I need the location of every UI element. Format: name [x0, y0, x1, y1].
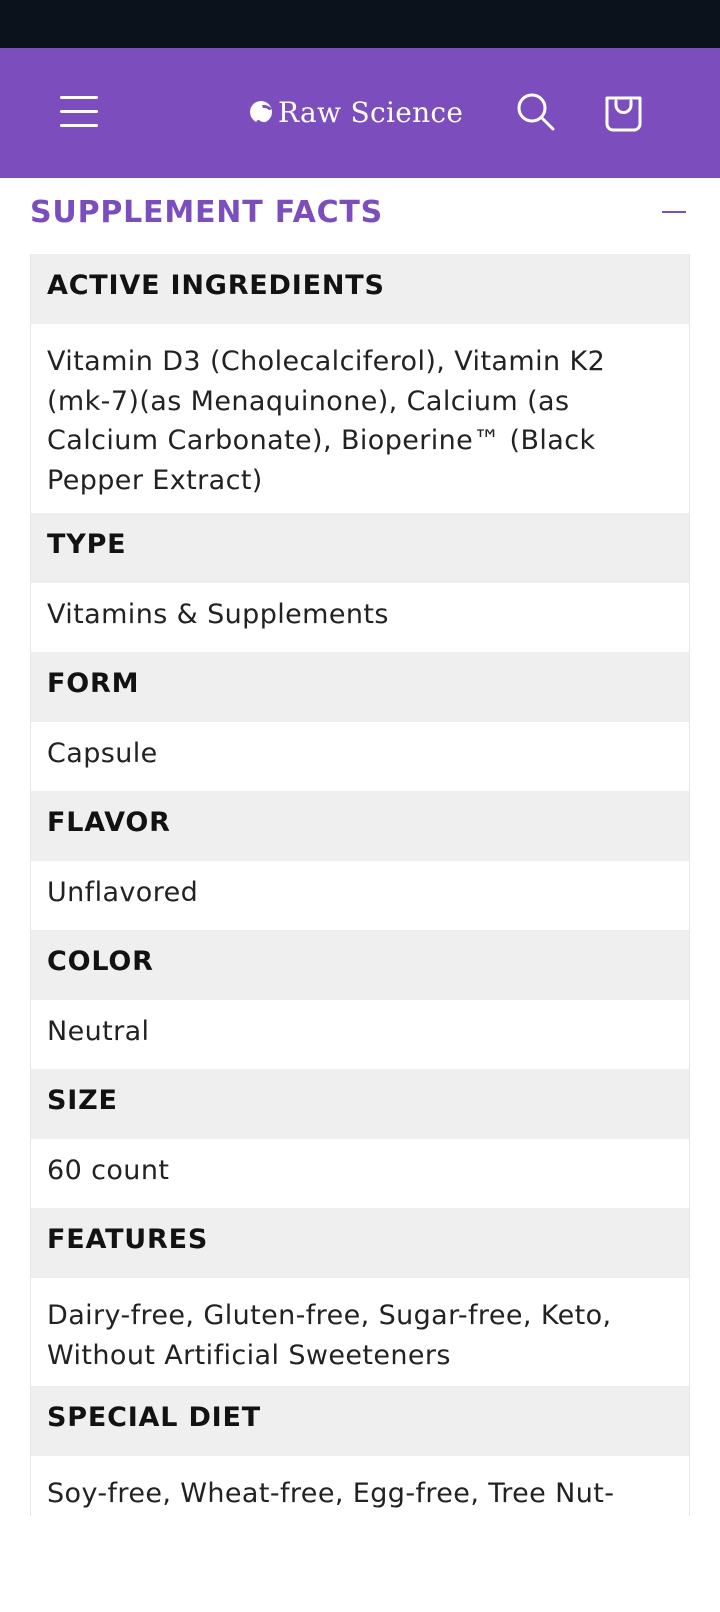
fact-label-special-diet: SPECIAL DIET: [31, 1386, 689, 1456]
logo-mark-icon: [250, 101, 272, 123]
fact-value-features: Dairy-free, Gluten-free, Sugar-free, Ket…: [31, 1278, 689, 1386]
minus-icon[interactable]: [662, 211, 686, 213]
fact-value-active-ingredients: Vitamin D3 (Cholecalciferol), Vitamin K2…: [31, 324, 689, 513]
fact-label-active-ingredients: ACTIVE INGREDIENTS: [31, 254, 689, 324]
site-header: Raw Science: [0, 48, 720, 178]
supplement-facts-toggle[interactable]: SUPPLEMENT FACTS: [30, 186, 690, 238]
fact-value-size: 60 count: [31, 1139, 689, 1208]
status-bar: [0, 0, 720, 48]
supplement-facts-table: ACTIVE INGREDIENTS Vitamin D3 (Cholecalc…: [30, 254, 690, 1516]
fact-label-flavor: FLAVOR: [31, 791, 689, 861]
hamburger-menu-icon[interactable]: [58, 92, 100, 132]
fact-value-type: Vitamins & Supplements: [31, 583, 689, 652]
fact-value-special-diet: Soy-free, Wheat-free, Egg-free, Tree Nut…: [31, 1456, 689, 1516]
fact-label-features: FEATURES: [31, 1208, 689, 1278]
fact-value-flavor: Unflavored: [31, 861, 689, 930]
section-title: SUPPLEMENT FACTS: [30, 194, 384, 230]
fact-value-form: Capsule: [31, 722, 689, 791]
search-icon[interactable]: [514, 90, 558, 134]
fact-label-size: SIZE: [31, 1069, 689, 1139]
fact-label-color: COLOR: [31, 930, 689, 1000]
brand-logo[interactable]: Raw Science: [250, 92, 463, 132]
fact-label-type: TYPE: [31, 513, 689, 583]
fact-value-color: Neutral: [31, 1000, 689, 1069]
fact-label-form: FORM: [31, 652, 689, 722]
brand-name: Raw Science: [278, 95, 464, 129]
shopping-bag-icon[interactable]: [602, 90, 646, 134]
